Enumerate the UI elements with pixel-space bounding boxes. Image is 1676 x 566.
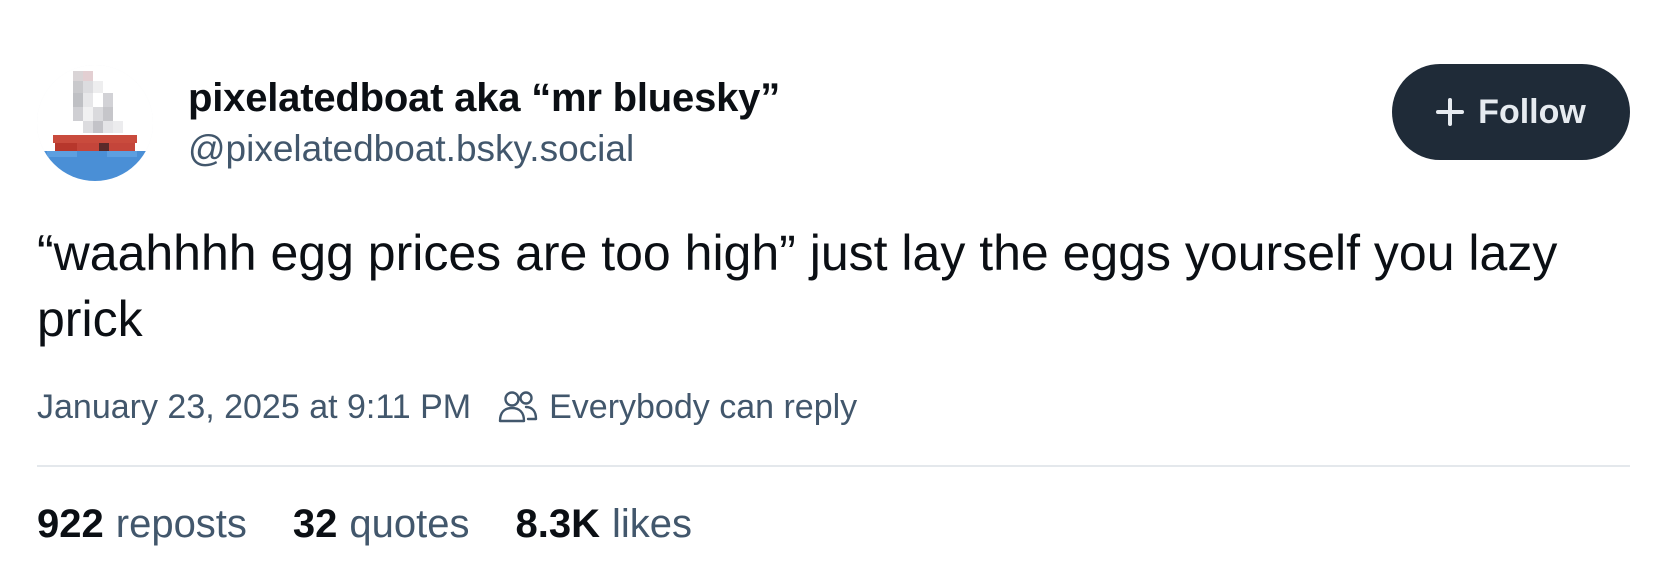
likes-stat[interactable]: 8.3K likes: [516, 500, 693, 548]
follow-button-label: Follow: [1478, 92, 1586, 131]
follow-button[interactable]: Follow: [1392, 64, 1630, 160]
author-display-name[interactable]: pixelatedboat aka “mr bluesky”: [188, 74, 780, 122]
quotes-count: 32: [292, 502, 338, 546]
reply-setting[interactable]: Everybody can reply: [497, 386, 857, 428]
author-info: pixelatedboat aka “mr bluesky” @pixelate…: [188, 74, 780, 172]
post-meta: January 23, 2025 at 9:11 PM Everybody ca…: [37, 386, 857, 428]
divider: [37, 465, 1630, 467]
likes-label: likes: [612, 502, 693, 546]
likes-count: 8.3K: [515, 502, 601, 546]
post-timestamp[interactable]: January 23, 2025 at 9:11 PM: [37, 386, 471, 428]
post-text: “waahhhh egg prices are too high” just l…: [37, 225, 1558, 347]
author-handle[interactable]: @pixelatedboat.bsky.social: [188, 126, 780, 172]
avatar[interactable]: [37, 65, 153, 181]
post-card: pixelatedboat aka “mr bluesky” @pixelate…: [0, 0, 1676, 566]
plus-icon: [1436, 98, 1465, 126]
reply-setting-label: Everybody can reply: [549, 388, 858, 426]
quotes-label: quotes: [349, 502, 470, 546]
quotes-stat[interactable]: 32 quotes: [293, 500, 470, 548]
reposts-stat[interactable]: 922 reposts: [37, 500, 247, 548]
post-stats: 922 reposts 32 quotes 8.3K likes: [37, 500, 692, 548]
reposts-count: 922: [37, 502, 104, 546]
pixel-boat-avatar-icon: [37, 65, 153, 181]
people-icon: [498, 391, 538, 423]
reposts-label: reposts: [115, 502, 247, 546]
